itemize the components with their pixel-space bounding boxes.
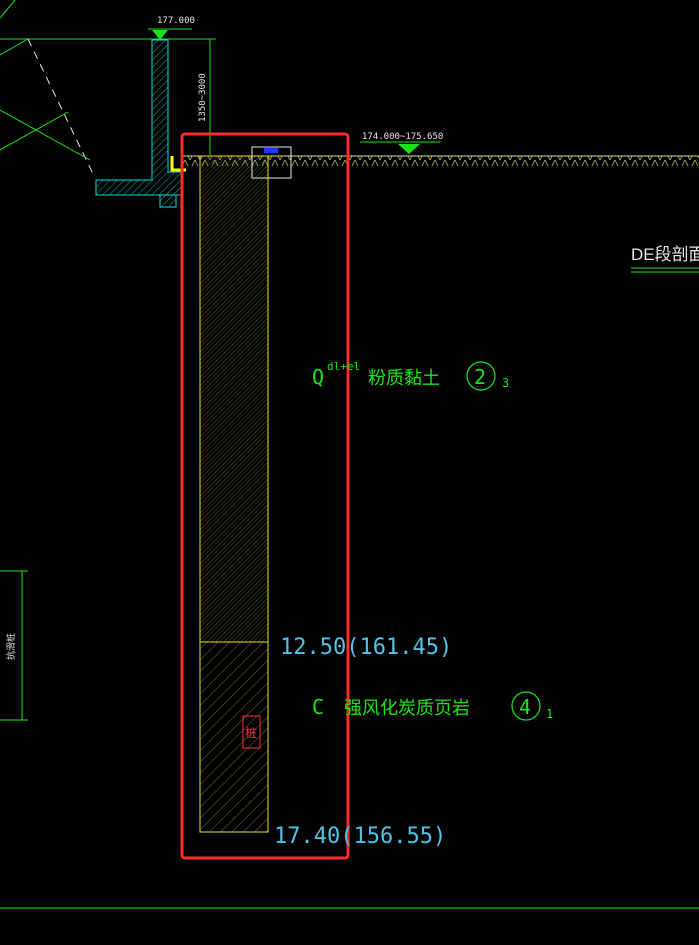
wall-dimension: 1350~3000 [198, 38, 216, 155]
section-title: DE段剖面图 [631, 245, 699, 264]
layer-1-circle-num: 2 [474, 365, 486, 389]
pile-top-blue-mark [264, 148, 278, 153]
retaining-wall [95, 39, 183, 208]
layer-1-symbol: Q [312, 365, 324, 389]
layer-1-label: Q dl+el 粉质黏土 2 3 [312, 360, 509, 391]
pile-lower-section [199, 641, 269, 833]
layer-2-symbol: C [312, 695, 324, 719]
layer-2-circle-num: 4 [519, 695, 531, 719]
layer-2-name: 强风化炭质页岩 [344, 698, 470, 718]
cad-drawing-canvas: 177.000 1350~3000 174.000~175.650 桩 DE段剖… [0, 0, 699, 909]
layer-1-subscript: 3 [502, 376, 509, 390]
top-elevation-marker: 177.000 [148, 16, 195, 40]
slope-lines [0, 0, 96, 179]
left-side-bracket: 抗滑桩 [0, 570, 28, 721]
layer-1-superscript: dl+el [327, 360, 360, 373]
layer-2-subscript: 1 [546, 707, 553, 721]
layer-1-name: 粉质黏土 [368, 368, 440, 388]
wall-dimension-label: 1350~3000 [198, 73, 208, 122]
pile-upper-section [199, 155, 269, 643]
left-side-label: 抗滑桩 [5, 633, 16, 660]
section-title-group: DE段剖面图 [631, 245, 699, 273]
pile-tag-text: 桩 [245, 725, 257, 740]
top-elevation-label: 177.000 [157, 16, 195, 26]
ground-elevation-label: 174.000~175.650 [362, 132, 443, 142]
ground-elevation-marker: 174.000~175.650 [360, 132, 443, 154]
layer-1-boundary-label: 12.50(161.45) [280, 635, 452, 660]
layer-2-boundary-label: 17.40(156.55) [274, 824, 446, 849]
